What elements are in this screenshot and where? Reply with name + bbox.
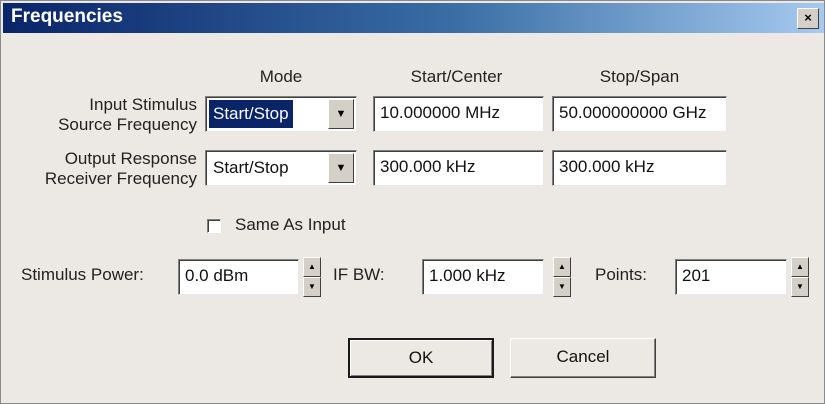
close-icon: × bbox=[804, 10, 812, 25]
frequencies-dialog: Frequencies × Mode Start/Center Stop/Spa… bbox=[0, 0, 825, 404]
close-button[interactable]: × bbox=[797, 8, 819, 29]
input-mode-select[interactable]: Start/Stop ▼ bbox=[205, 96, 357, 132]
output-mode-dropdown-button[interactable]: ▼ bbox=[328, 153, 354, 183]
arrow-down-icon[interactable]: ▼ bbox=[553, 277, 571, 297]
output-stop-field[interactable]: 300.000 kHz bbox=[552, 150, 727, 186]
output-response-label-line2: Receiver Frequency bbox=[44, 169, 197, 188]
arrow-up-icon[interactable]: ▲ bbox=[791, 257, 809, 277]
points-field[interactable]: 201 bbox=[675, 259, 787, 295]
stimulus-power-field[interactable]: 0.0 dBm bbox=[178, 259, 299, 295]
dialog-title: Frequencies bbox=[11, 6, 123, 27]
input-mode-dropdown-button[interactable]: ▼ bbox=[328, 99, 354, 129]
title-bar: Frequencies × bbox=[3, 3, 824, 33]
input-stimulus-label-line2: Source Frequency bbox=[58, 115, 197, 134]
output-mode-select[interactable]: Start/Stop ▼ bbox=[205, 150, 357, 186]
start-center-header: Start/Center bbox=[410, 67, 503, 86]
arrow-up-icon[interactable]: ▲ bbox=[303, 257, 321, 277]
output-response-label-line1: Output Response bbox=[64, 149, 197, 168]
stimulus-power-label: Stimulus Power: bbox=[21, 265, 144, 284]
input-stimulus-label: Input Stimulus Source Frequency bbox=[11, 95, 197, 135]
input-start-field[interactable]: 10.000000 MHz bbox=[373, 96, 544, 132]
arrow-down-icon[interactable]: ▼ bbox=[791, 277, 809, 297]
output-mode-value: Start/Stop bbox=[213, 158, 289, 177]
input-stimulus-label-line1: Input Stimulus bbox=[89, 95, 197, 114]
mode-header: Mode bbox=[259, 67, 303, 86]
input-mode-value: Start/Stop bbox=[209, 100, 293, 128]
ok-button[interactable]: OK bbox=[348, 338, 494, 378]
stop-span-header: Stop/Span bbox=[599, 67, 680, 86]
output-response-label: Output Response Receiver Frequency bbox=[11, 149, 197, 189]
arrow-down-icon[interactable]: ▼ bbox=[303, 277, 321, 297]
if-bw-field[interactable]: 1.000 kHz bbox=[422, 259, 544, 295]
points-spinner[interactable]: ▲ ▼ bbox=[791, 257, 809, 297]
if-bw-spinner[interactable]: ▲ ▼ bbox=[553, 257, 571, 297]
chevron-down-icon: ▼ bbox=[335, 108, 347, 120]
cancel-button[interactable]: Cancel bbox=[510, 338, 656, 378]
arrow-up-icon[interactable]: ▲ bbox=[553, 257, 571, 277]
same-as-input-checkbox[interactable] bbox=[207, 219, 221, 233]
input-stop-field[interactable]: 50.000000000 GHz bbox=[552, 96, 727, 132]
output-start-field[interactable]: 300.000 kHz bbox=[373, 150, 544, 186]
points-label: Points: bbox=[595, 265, 647, 284]
chevron-down-icon: ▼ bbox=[335, 162, 347, 174]
same-as-input-label: Same As Input bbox=[235, 215, 346, 234]
stimulus-power-spinner[interactable]: ▲ ▼ bbox=[303, 257, 321, 297]
if-bw-label: IF BW: bbox=[333, 265, 385, 284]
